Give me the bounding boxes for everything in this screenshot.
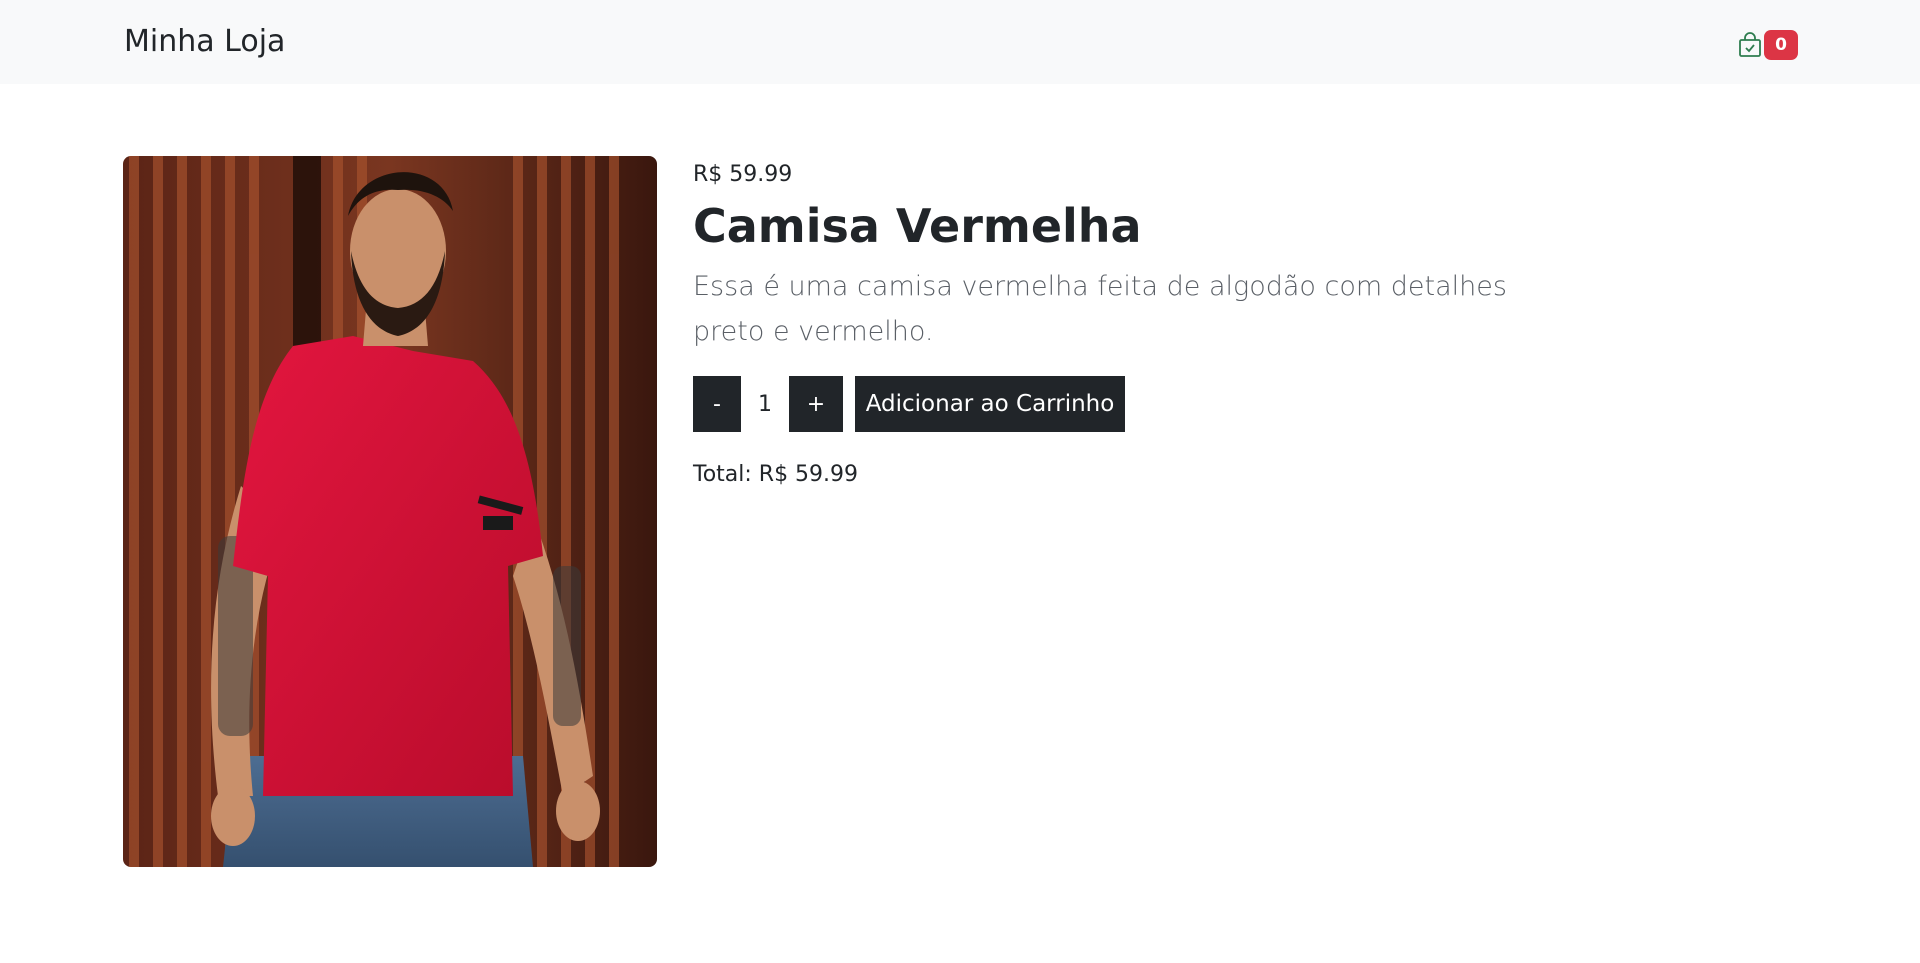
product-price: R$ 59.99 — [693, 162, 793, 187]
total-price: Total: R$ 59.99 — [693, 462, 859, 487]
quantity-stepper: - 1 + Adicionar ao Carrinho — [693, 376, 1125, 432]
quantity-value: 1 — [758, 391, 772, 417]
cart-count-badge: 0 — [1764, 30, 1798, 60]
shopping-bag-check-icon — [1738, 32, 1762, 58]
navbar: Minha Loja 0 — [0, 0, 1920, 84]
increase-quantity-button[interactable]: + — [789, 376, 843, 432]
product-info: R$ 59.99 Camisa Vermelha Essa é uma cami… — [693, 160, 1543, 354]
product-title: Camisa Vermelha — [693, 199, 1142, 253]
product-image — [123, 156, 657, 867]
product-description: Essa é uma camisa vermelha feita de algo… — [693, 271, 1507, 347]
add-to-cart-button[interactable]: Adicionar ao Carrinho — [855, 376, 1125, 432]
cart-button[interactable]: 0 — [1738, 29, 1798, 61]
product-photo — [123, 156, 657, 867]
decrease-quantity-button[interactable]: - — [693, 376, 741, 432]
brand-link[interactable]: Minha Loja — [124, 24, 285, 60]
